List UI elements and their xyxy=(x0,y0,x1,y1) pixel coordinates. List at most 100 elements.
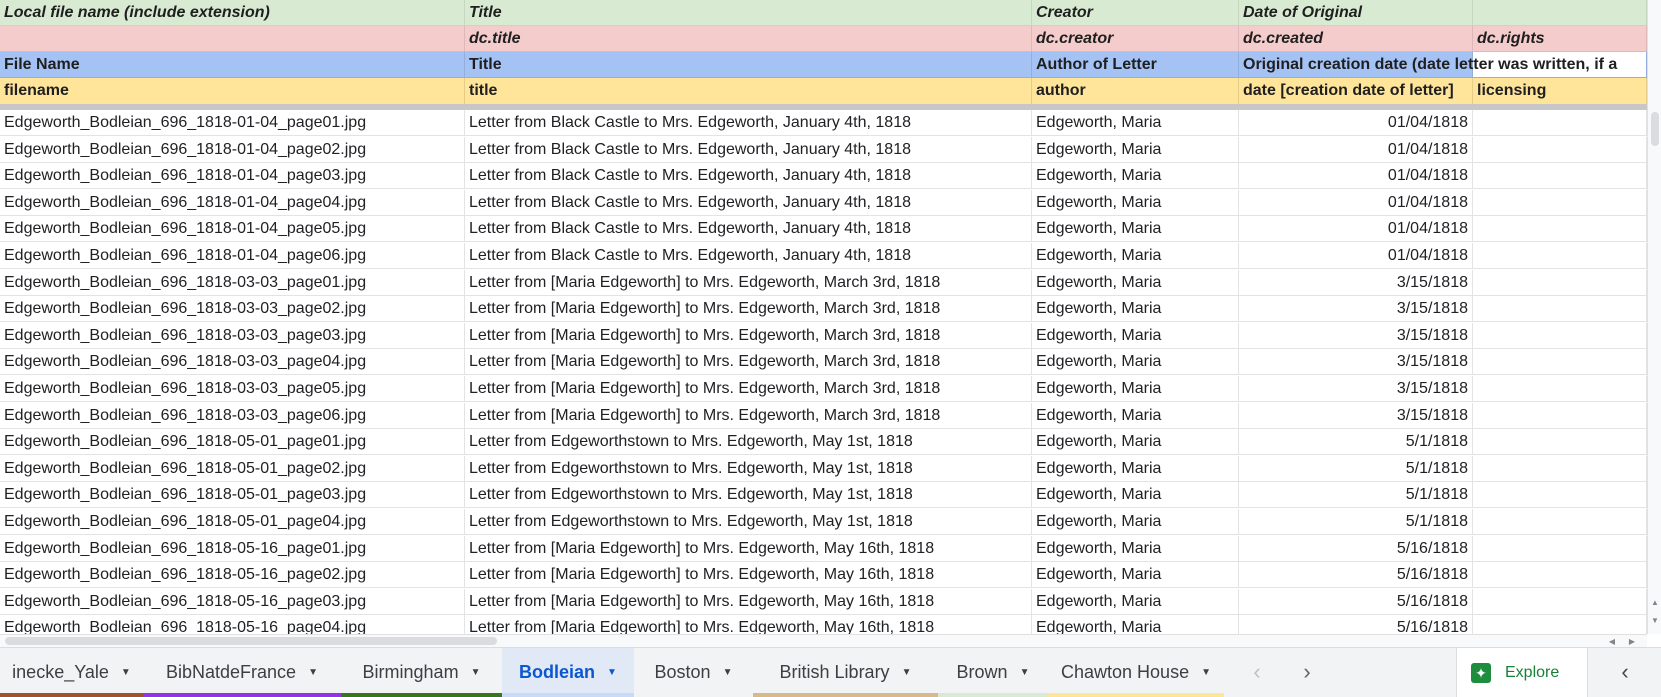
sheet-tab[interactable]: inecke_Yale ▼ xyxy=(0,648,143,697)
table-cell[interactable]: Edgeworth_Bodleian_696_1818-05-16_page04… xyxy=(0,615,465,634)
table-cell[interactable]: Edgeworth_Bodleian_696_1818-03-03_page01… xyxy=(0,269,465,296)
table-cell[interactable]: Letter from [Maria Edgeworth] to Mrs. Ed… xyxy=(465,376,1032,402)
table-cell[interactable] xyxy=(1473,269,1647,296)
table-cell[interactable]: Letter from Black Castle to Mrs. Edgewor… xyxy=(465,243,1032,269)
table-cell[interactable]: Edgeworth, Maria xyxy=(1032,482,1239,509)
table-cell[interactable]: Edgeworth_Bodleian_696_1818-01-04_page02… xyxy=(0,136,465,163)
table-cell[interactable]: Edgeworth_Bodleian_696_1818-03-03_page03… xyxy=(0,322,465,349)
table-cell[interactable] xyxy=(1473,376,1647,402)
sheet-tab[interactable]: Chawton House ▼ xyxy=(1048,648,1224,697)
header-cell[interactable] xyxy=(1473,52,1647,78)
table-cell[interactable]: Letter from Edgeworthstown to Mrs. Edgew… xyxy=(465,482,1032,509)
table-cell[interactable]: Letter from [Maria Edgeworth] to Mrs. Ed… xyxy=(465,562,1032,589)
table-cell[interactable]: Edgeworth, Maria xyxy=(1032,509,1239,535)
table-cell[interactable]: Edgeworth_Bodleian_696_1818-05-16_page01… xyxy=(0,535,465,562)
table-cell[interactable]: Edgeworth, Maria xyxy=(1032,376,1239,402)
header-cell[interactable]: filename xyxy=(0,78,465,104)
table-cell[interactable] xyxy=(1473,189,1647,216)
table-cell[interactable]: 5/1/1818 xyxy=(1239,482,1473,509)
table-cell[interactable]: Letter from Edgeworthstown to Mrs. Edgew… xyxy=(465,429,1032,456)
table-cell[interactable]: Edgeworth_Bodleian_696_1818-05-01_page04… xyxy=(0,509,465,535)
header-cell[interactable]: Author of Letter xyxy=(1032,52,1239,78)
table-cell[interactable]: 01/04/1818 xyxy=(1239,163,1473,190)
table-cell[interactable] xyxy=(1473,136,1647,163)
table-cell[interactable] xyxy=(1473,535,1647,562)
header-cell[interactable]: dc.title xyxy=(465,26,1032,52)
caret-down-icon[interactable]: ▼ xyxy=(121,667,131,678)
table-cell[interactable]: Edgeworth_Bodleian_696_1818-05-16_page03… xyxy=(0,588,465,615)
table-cell[interactable]: 01/04/1818 xyxy=(1239,189,1473,216)
table-cell[interactable]: Letter from [Maria Edgeworth] to Mrs. Ed… xyxy=(465,296,1032,323)
table-cell[interactable]: Letter from Black Castle to Mrs. Edgewor… xyxy=(465,163,1032,190)
table-cell[interactable]: 5/1/1818 xyxy=(1239,455,1473,482)
table-cell[interactable]: 5/16/1818 xyxy=(1239,562,1473,589)
table-cell[interactable]: Edgeworth_Bodleian_696_1818-01-04_page03… xyxy=(0,163,465,190)
header-cell[interactable]: dc.created xyxy=(1239,26,1473,52)
table-cell[interactable] xyxy=(1473,562,1647,589)
caret-down-icon[interactable]: ▼ xyxy=(902,667,912,678)
table-cell[interactable]: Edgeworth, Maria xyxy=(1032,535,1239,562)
caret-down-icon[interactable]: ▼ xyxy=(1201,667,1211,678)
table-cell[interactable]: Edgeworth, Maria xyxy=(1032,110,1239,136)
table-cell[interactable]: Edgeworth, Maria xyxy=(1032,429,1239,456)
vertical-scroll-thumb[interactable] xyxy=(1651,112,1659,146)
horizontal-scrollbar[interactable]: ◀ ▶ xyxy=(0,634,1647,648)
header-cell[interactable]: Local file name (include extension) xyxy=(0,0,465,26)
table-cell[interactable]: Letter from [Maria Edgeworth] to Mrs. Ed… xyxy=(465,615,1032,634)
header-cell[interactable]: Creator xyxy=(1032,0,1239,26)
header-cell[interactable] xyxy=(1473,0,1647,26)
table-cell[interactable]: Edgeworth_Bodleian_696_1818-03-03_page04… xyxy=(0,349,465,376)
table-cell[interactable] xyxy=(1473,429,1647,456)
table-cell[interactable]: 5/16/1818 xyxy=(1239,615,1473,634)
table-cell[interactable]: Edgeworth, Maria xyxy=(1032,296,1239,323)
table-cell[interactable] xyxy=(1473,588,1647,615)
side-panel-toggle-icon[interactable]: ‹ xyxy=(1610,658,1640,686)
caret-down-icon[interactable]: ▼ xyxy=(471,667,481,678)
table-cell[interactable]: 5/16/1818 xyxy=(1239,588,1473,615)
table-cell[interactable] xyxy=(1473,455,1647,482)
sheet-tab[interactable]: Birmingham ▼ xyxy=(341,648,502,697)
vertical-scrollbar[interactable]: ▲ ▼ xyxy=(1647,0,1661,634)
table-cell[interactable]: Edgeworth, Maria xyxy=(1032,455,1239,482)
header-cell[interactable]: Title xyxy=(465,52,1032,78)
table-cell[interactable]: Edgeworth_Bodleian_696_1818-03-03_page05… xyxy=(0,376,465,402)
sheet-tab[interactable]: British Library ▼ xyxy=(753,648,938,697)
table-cell[interactable]: Edgeworth, Maria xyxy=(1032,216,1239,243)
table-cell[interactable]: 3/15/1818 xyxy=(1239,322,1473,349)
table-cell[interactable]: Edgeworth_Bodleian_696_1818-05-01_page03… xyxy=(0,482,465,509)
table-cell[interactable] xyxy=(1473,482,1647,509)
table-cell[interactable] xyxy=(1473,322,1647,349)
table-cell[interactable]: 01/04/1818 xyxy=(1239,216,1473,243)
caret-down-icon[interactable]: ▼ xyxy=(1020,667,1030,678)
header-cell[interactable]: Original creation date (date letter was … xyxy=(1239,52,1617,78)
caret-down-icon[interactable]: ▼ xyxy=(308,667,318,678)
table-cell[interactable]: Edgeworth_Bodleian_696_1818-03-03_page02… xyxy=(0,296,465,323)
table-cell[interactable]: Edgeworth, Maria xyxy=(1032,136,1239,163)
table-cell[interactable]: Letter from Edgeworthstown to Mrs. Edgew… xyxy=(465,509,1032,535)
scroll-up-arrow-icon[interactable]: ▲ xyxy=(1650,598,1660,608)
table-cell[interactable] xyxy=(1473,216,1647,243)
table-cell[interactable]: 3/15/1818 xyxy=(1239,269,1473,296)
table-cell[interactable]: Letter from Black Castle to Mrs. Edgewor… xyxy=(465,189,1032,216)
header-cell[interactable]: title xyxy=(465,78,1032,104)
table-cell[interactable]: Edgeworth_Bodleian_696_1818-05-16_page02… xyxy=(0,562,465,589)
sheet-tab[interactable]: Brown ▼ xyxy=(938,648,1048,697)
table-cell[interactable]: Edgeworth_Bodleian_696_1818-05-01_page02… xyxy=(0,455,465,482)
table-cell[interactable]: Edgeworth_Bodleian_696_1818-01-04_page06… xyxy=(0,243,465,269)
table-cell[interactable] xyxy=(1473,110,1647,136)
table-cell[interactable]: 5/1/1818 xyxy=(1239,429,1473,456)
table-cell[interactable]: Edgeworth_Bodleian_696_1818-01-04_page04… xyxy=(0,189,465,216)
explore-button[interactable]: ✦ Explore xyxy=(1456,648,1588,697)
table-cell[interactable] xyxy=(1473,296,1647,323)
table-cell[interactable]: Letter from Edgeworthstown to Mrs. Edgew… xyxy=(465,455,1032,482)
table-cell[interactable]: Letter from [Maria Edgeworth] to Mrs. Ed… xyxy=(465,322,1032,349)
table-cell[interactable]: Letter from [Maria Edgeworth] to Mrs. Ed… xyxy=(465,588,1032,615)
header-cell[interactable]: dc.creator xyxy=(1032,26,1239,52)
table-cell[interactable]: 3/15/1818 xyxy=(1239,402,1473,429)
table-cell[interactable]: 3/15/1818 xyxy=(1239,296,1473,323)
table-cell[interactable] xyxy=(1473,163,1647,190)
table-cell[interactable]: 5/1/1818 xyxy=(1239,509,1473,535)
table-cell[interactable]: 3/15/1818 xyxy=(1239,349,1473,376)
table-cell[interactable]: 5/16/1818 xyxy=(1239,535,1473,562)
table-cell[interactable]: Edgeworth, Maria xyxy=(1032,322,1239,349)
